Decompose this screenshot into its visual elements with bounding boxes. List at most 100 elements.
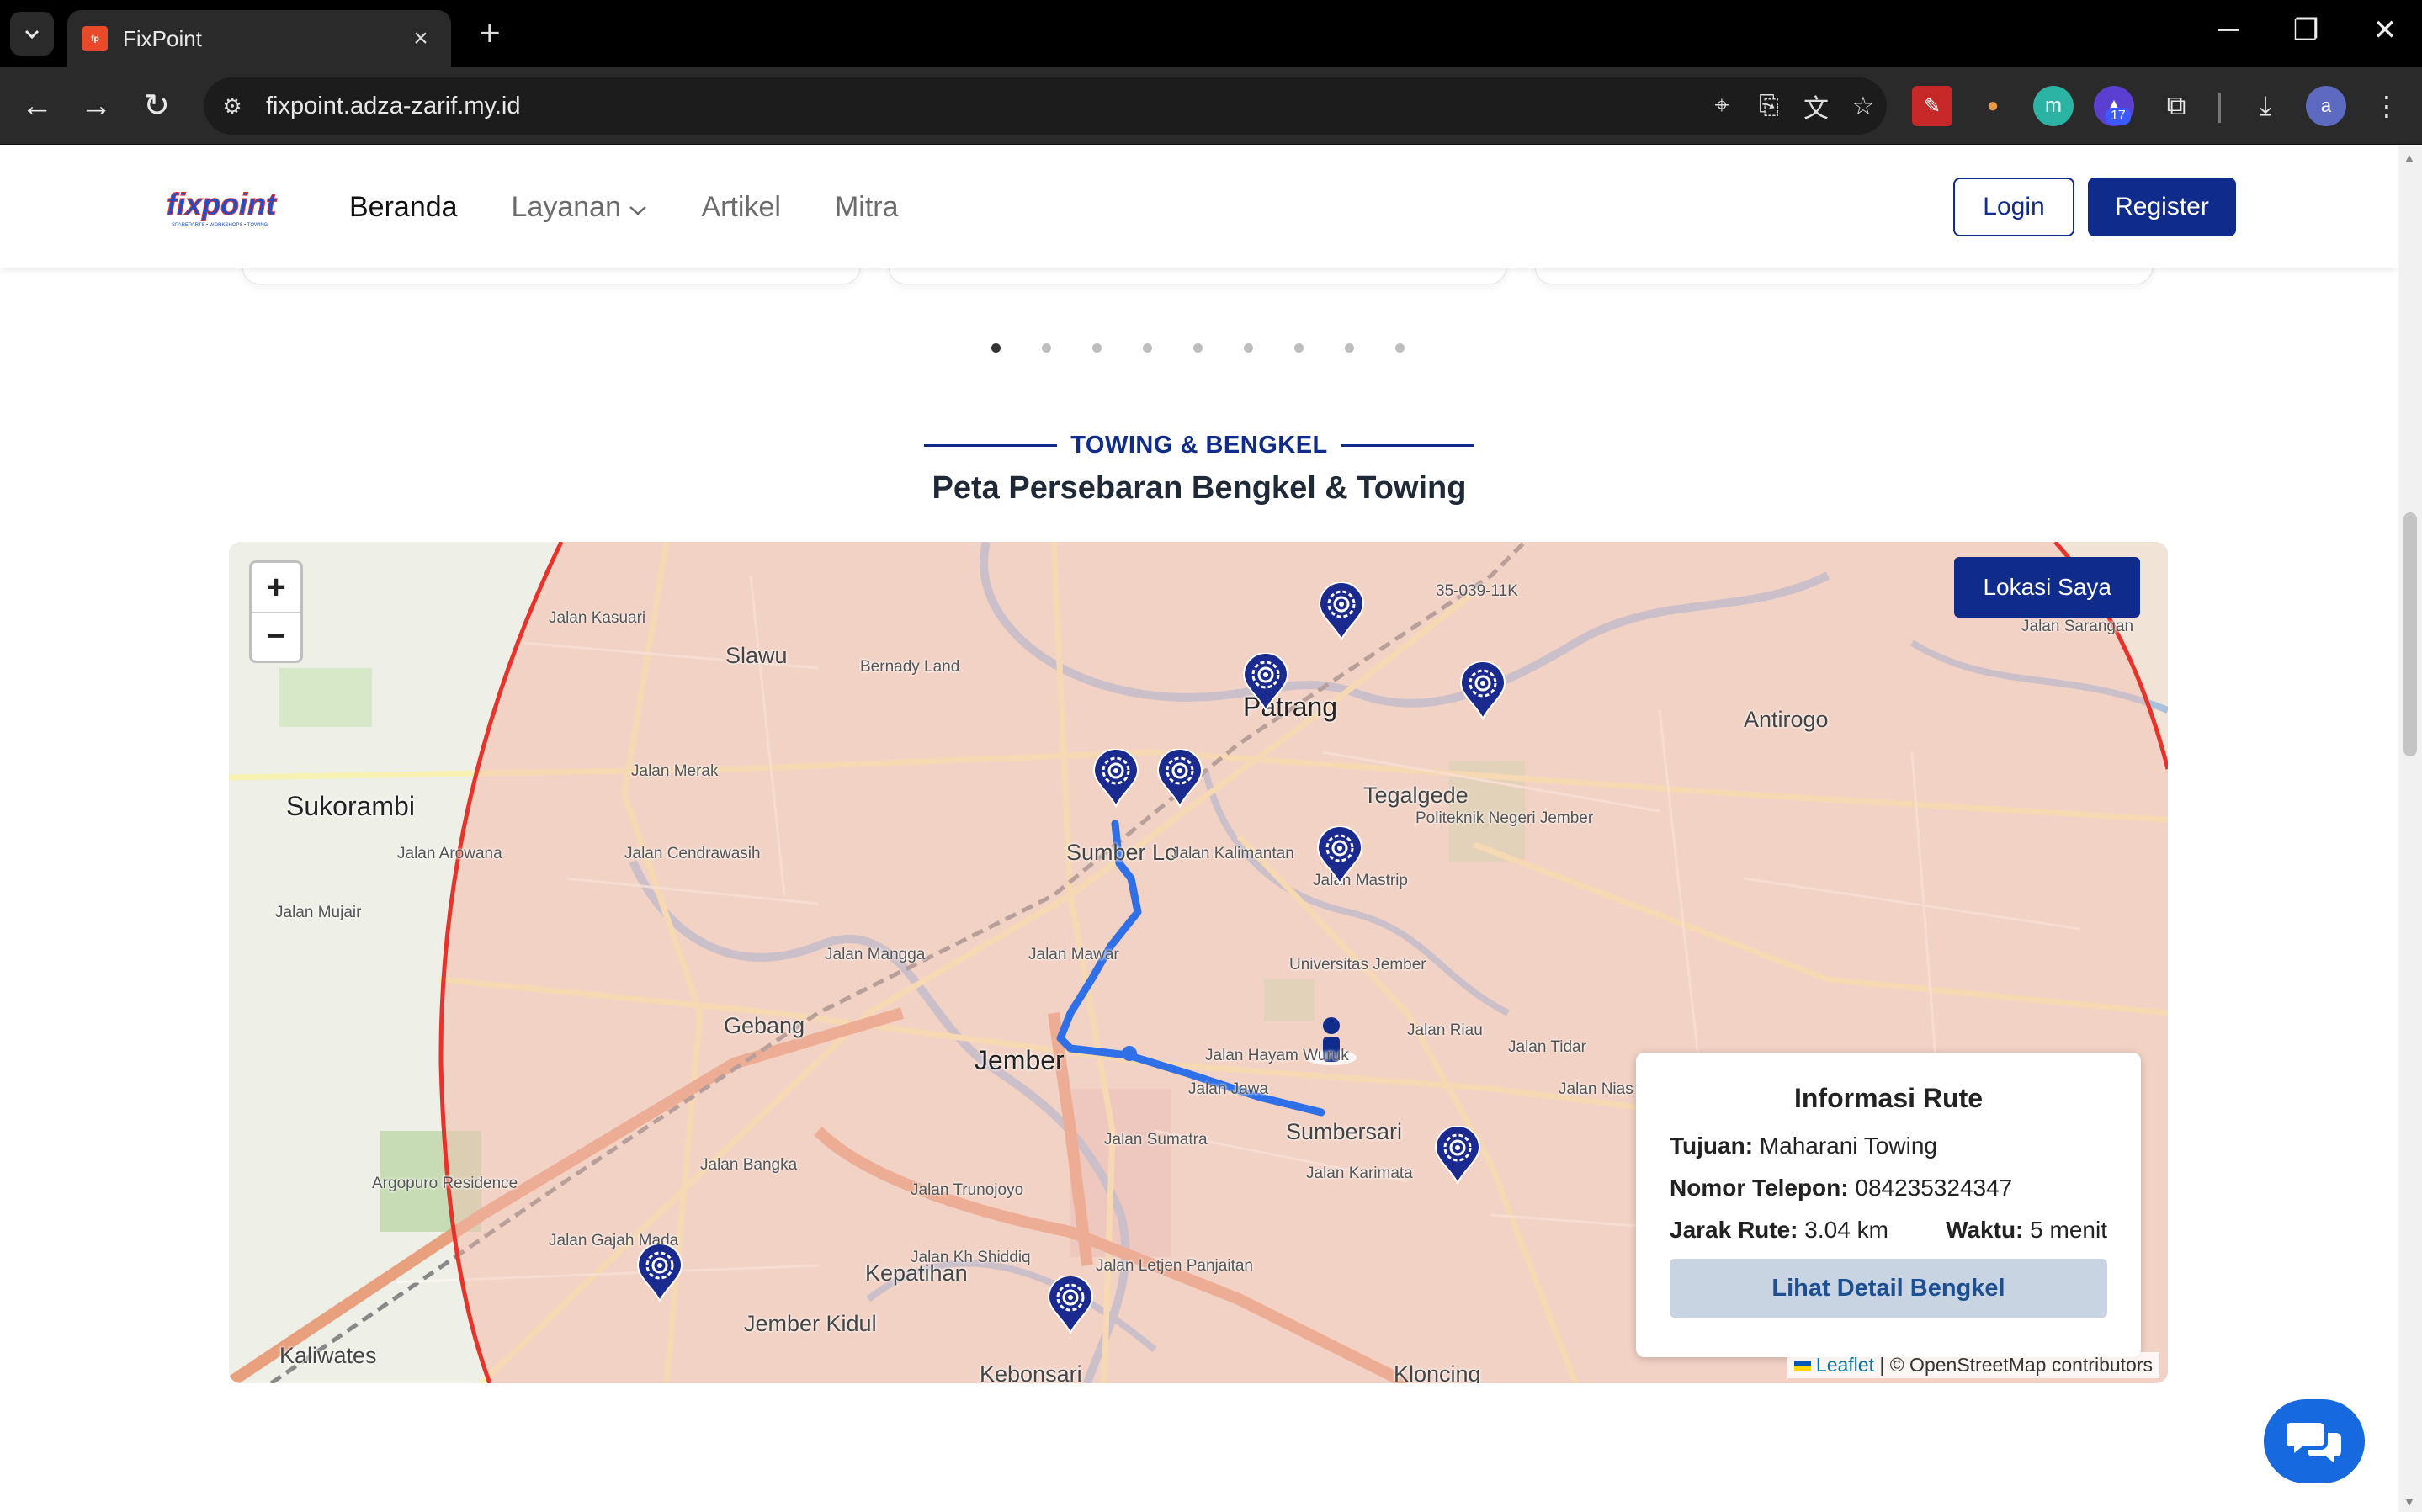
map-place-label: Jalan Sumatra bbox=[1104, 1131, 1208, 1149]
map-place-label: Jalan Kalimantan bbox=[1171, 845, 1294, 862]
register-button[interactable]: Register bbox=[2088, 178, 2236, 236]
site-header: fixpoint SPAREPARTS • WORKSHOPS • TOWING… bbox=[0, 146, 2398, 268]
browser-toolbar: ← → ↻ ⚙ fixpoint.adza-zarif.my.id ⌖ ⎘ 文 … bbox=[0, 67, 2422, 145]
map-place-label: Jalan Merak bbox=[631, 762, 719, 780]
bengkel-marker-icon[interactable] bbox=[1156, 748, 1203, 809]
map-place-label: Jember bbox=[975, 1045, 1065, 1075]
extension-icon[interactable]: ✎ bbox=[1912, 86, 1952, 126]
forward-icon[interactable]: → bbox=[74, 84, 118, 128]
browser-tabstrip: fp FixPoint × + ─ ❐ ✕ bbox=[0, 0, 2422, 67]
route-phone: Nomor Telepon: 084235324347 bbox=[1670, 1175, 2013, 1201]
route-distance-time: Jarak Rute: 3.04 km Waktu: 5 menit bbox=[1670, 1217, 2107, 1243]
map-place-label: Sumbersari bbox=[1286, 1119, 1403, 1144]
main-nav: Beranda Layanan Artikel Mitra bbox=[349, 191, 899, 224]
minimize-icon[interactable]: ─ bbox=[2203, 13, 2254, 46]
scroll-thumb[interactable] bbox=[2403, 512, 2417, 756]
carousel-dot[interactable] bbox=[1345, 343, 1354, 353]
map-attribution: Leaflet | © OpenStreetMap contributors bbox=[1787, 1352, 2159, 1378]
site-info-icon[interactable]: ⚙ bbox=[215, 89, 249, 123]
bengkel-marker-icon[interactable] bbox=[636, 1243, 683, 1303]
bengkel-marker-icon[interactable] bbox=[1459, 661, 1506, 721]
map-place-label: Jalan Cendrawasih bbox=[624, 845, 761, 862]
nav-mitra[interactable]: Mitra bbox=[835, 191, 899, 224]
chat-button[interactable] bbox=[2264, 1399, 2365, 1483]
profile-avatar[interactable]: a bbox=[2306, 86, 2346, 126]
restore-icon[interactable]: ❐ bbox=[2281, 13, 2331, 47]
location-icon[interactable]: ⌖ bbox=[1698, 92, 1745, 120]
zoom-in-button[interactable]: + bbox=[252, 563, 300, 612]
new-tab-icon[interactable]: + bbox=[471, 15, 508, 52]
map-place-label: 35-039-11K bbox=[1436, 582, 1518, 600]
lihat-detail-bengkel-button[interactable]: Lihat Detail Bengkel bbox=[1670, 1259, 2107, 1318]
carousel-dot[interactable] bbox=[1193, 343, 1203, 353]
reload-icon[interactable]: ↻ bbox=[135, 84, 178, 128]
eyebrow-line bbox=[1341, 444, 1474, 447]
fixpoint-logo[interactable]: fixpoint SPAREPARTS • WORKSHOPS • TOWING bbox=[165, 186, 283, 230]
scroll-down-icon[interactable]: ▼ bbox=[2403, 1495, 2415, 1509]
cookie-extension-icon[interactable]: ● bbox=[1973, 86, 2013, 126]
tab-search-button[interactable] bbox=[10, 12, 54, 56]
section-eyebrow: TOWING & BENGKEL bbox=[0, 432, 2398, 459]
nav-beranda[interactable]: Beranda bbox=[349, 191, 458, 224]
tab-close-icon[interactable]: × bbox=[406, 24, 436, 53]
carousel-dot[interactable] bbox=[1143, 343, 1152, 353]
lokasi-saya-button[interactable]: Lokasi Saya bbox=[1954, 557, 2140, 618]
menu-kebab-icon[interactable]: ⋮ bbox=[2366, 86, 2407, 126]
map-place-label: Jalan Kh Shiddiq bbox=[911, 1249, 1031, 1266]
url-text[interactable]: fixpoint.adza-zarif.my.id bbox=[266, 93, 1698, 120]
map-place-label: Jalan Letjen Panjaitan bbox=[1096, 1257, 1253, 1275]
route-info-popup: Informasi Rute Tujuan: Maharani Towing N… bbox=[1636, 1053, 2141, 1357]
carousel-dot[interactable] bbox=[1244, 343, 1253, 353]
map-place-label: Jalan Hayam Wuruk bbox=[1205, 1047, 1349, 1064]
bengkel-marker-icon[interactable] bbox=[1242, 652, 1289, 713]
extensions-puzzle-icon[interactable]: ⧉ bbox=[2156, 86, 2196, 126]
scroll-up-icon[interactable]: ▲ bbox=[2403, 151, 2415, 164]
map-place-label: Kaliwates bbox=[279, 1343, 377, 1368]
chat-bubbles-icon bbox=[2287, 1423, 2341, 1463]
bengkel-marker-icon[interactable] bbox=[1434, 1125, 1481, 1186]
zoom-out-button[interactable]: − bbox=[252, 612, 300, 661]
map-place-label: Jalan Jawa bbox=[1188, 1080, 1269, 1098]
carousel-dot[interactable] bbox=[991, 343, 1001, 353]
login-button[interactable]: Login bbox=[1953, 178, 2074, 236]
carousel-dot[interactable] bbox=[1092, 343, 1102, 353]
map-place-label: Universitas Jember bbox=[1289, 956, 1426, 974]
map-place-label: Kloncing bbox=[1394, 1361, 1481, 1383]
nav-layanan[interactable]: Layanan bbox=[512, 191, 648, 224]
extension-badge: 17 bbox=[2106, 108, 2131, 125]
zoom-control: + − bbox=[249, 560, 303, 663]
address-bar[interactable]: ⚙ fixpoint.adza-zarif.my.id ⌖ ⎘ 文 ☆ bbox=[204, 77, 1887, 135]
bengkel-marker-icon[interactable] bbox=[1092, 748, 1139, 809]
map-place-label: Jalan Arowana bbox=[397, 845, 502, 862]
download-icon[interactable]: ⤓ bbox=[2245, 86, 2286, 126]
install-app-icon[interactable]: ⎘ bbox=[1745, 92, 1793, 120]
chevron-down-icon bbox=[24, 29, 40, 40]
map-place-label: Jalan Bangka bbox=[700, 1156, 798, 1174]
map-place-label: Politeknik Negeri Jember bbox=[1415, 809, 1594, 827]
carousel-dot[interactable] bbox=[1294, 343, 1304, 353]
page-scrollbar[interactable]: ▲ ▼ bbox=[2398, 146, 2422, 1512]
map-place-label: Bernady Land bbox=[860, 658, 960, 676]
close-window-icon[interactable]: ✕ bbox=[2360, 13, 2410, 47]
bengkel-marker-icon[interactable] bbox=[1047, 1275, 1094, 1335]
m-extension-icon[interactable]: m bbox=[2033, 86, 2074, 126]
back-icon[interactable]: ← bbox=[15, 84, 59, 128]
map-place-label: Jalan Karimata bbox=[1306, 1165, 1413, 1182]
map-place-label: Jalan Nias bbox=[1559, 1080, 1633, 1098]
carousel-dot[interactable] bbox=[1395, 343, 1405, 353]
map-place-label: Slawu bbox=[725, 643, 788, 668]
leaflet-link[interactable]: Leaflet bbox=[1816, 1354, 1874, 1376]
translate-icon[interactable]: 文 bbox=[1793, 88, 1840, 125]
route-info-title: Informasi Rute bbox=[1793, 1083, 1984, 1113]
nav-artikel[interactable]: Artikel bbox=[701, 191, 780, 224]
bengkel-marker-icon[interactable] bbox=[1318, 581, 1365, 642]
bengkel-map[interactable]: Slawu Bernady Land Patrang Antirogo Sukoramb… bbox=[229, 542, 2168, 1383]
map-place-label: Jalan Mujair bbox=[275, 904, 362, 921]
carousel-dot[interactable] bbox=[1042, 343, 1051, 353]
map-place-label: Jalan Mawar bbox=[1028, 946, 1119, 963]
browser-tab[interactable]: fp FixPoint × bbox=[67, 10, 451, 67]
tab-title: FixPoint bbox=[123, 25, 202, 51]
bookmark-star-icon[interactable]: ☆ bbox=[1840, 92, 1887, 121]
bengkel-marker-icon[interactable] bbox=[1316, 825, 1363, 886]
eyebrow-text: TOWING & BENGKEL bbox=[1070, 432, 1328, 459]
